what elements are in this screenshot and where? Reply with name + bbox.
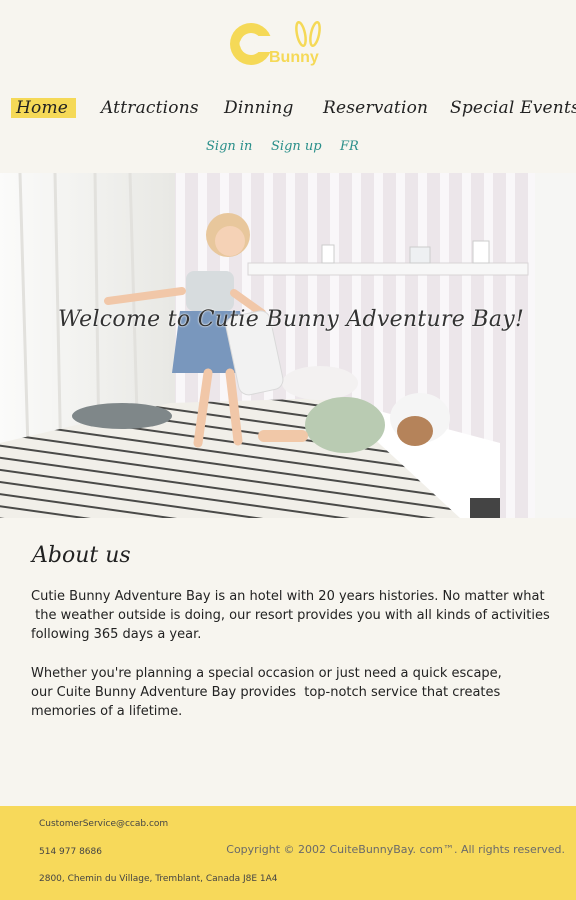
language-toggle-fr[interactable]: FR — [340, 139, 359, 154]
nav-home[interactable]: Home — [11, 98, 77, 118]
footer-copyright: Copyright © 2002 CuiteBunnyBay. com™. Al… — [226, 843, 565, 856]
nav-attractions[interactable]: Attractions — [101, 98, 199, 118]
sign-up-link[interactable]: Sign up — [271, 139, 322, 154]
about-p2-line: memories of a lifetime. — [31, 704, 183, 719]
hero-title: Welcome to Cutie Bunny Adventure Bay! — [58, 307, 525, 332]
nav-special-events[interactable]: Special Events — [450, 98, 576, 118]
logo-text-bunny: Bunny — [269, 49, 319, 66]
nav-dinning[interactable]: Dinning — [224, 98, 294, 118]
main-nav: Home Attractions Dinning Reservation Spe… — [0, 98, 576, 122]
about-p2-line: our Cuite Bunny Adventure Bay provides t… — [31, 685, 501, 700]
footer-address: 2800, Chemin du Village, Tremblant, Cana… — [39, 874, 278, 884]
about-p2-line: Whether you're planning a special occasi… — [31, 666, 502, 681]
bunny-logo-icon: Cutie Bunny — [230, 20, 321, 66]
about-paragraph-2: Whether you're planning a special occasi… — [31, 664, 551, 721]
hero-banner: Welcome to Cutie Bunny Adventure Bay! — [0, 173, 576, 518]
footer-email[interactable]: CustomerService@ccab.com — [39, 819, 168, 829]
about-paragraph-1: Cutie Bunny Adventure Bay is an hotel wi… — [31, 587, 551, 644]
nav-reservation[interactable]: Reservation — [323, 98, 428, 118]
hero-photo-image — [0, 173, 576, 518]
about-p1-line: following 365 days a year. — [31, 627, 202, 642]
brand-logo[interactable]: Cutie Bunny — [229, 20, 339, 70]
site-footer: CustomerService@ccab.com 514 977 8686 28… — [0, 806, 576, 900]
logo-text-cutie: Cutie — [239, 37, 269, 51]
about-p1-line: the weather outside is doing, our resort… — [31, 608, 550, 623]
about-p1-line: Cutie Bunny Adventure Bay is an hotel wi… — [31, 589, 545, 604]
footer-phone[interactable]: 514 977 8686 — [39, 847, 102, 857]
sign-in-link[interactable]: Sign in — [206, 139, 252, 154]
about-heading: About us — [32, 543, 131, 568]
